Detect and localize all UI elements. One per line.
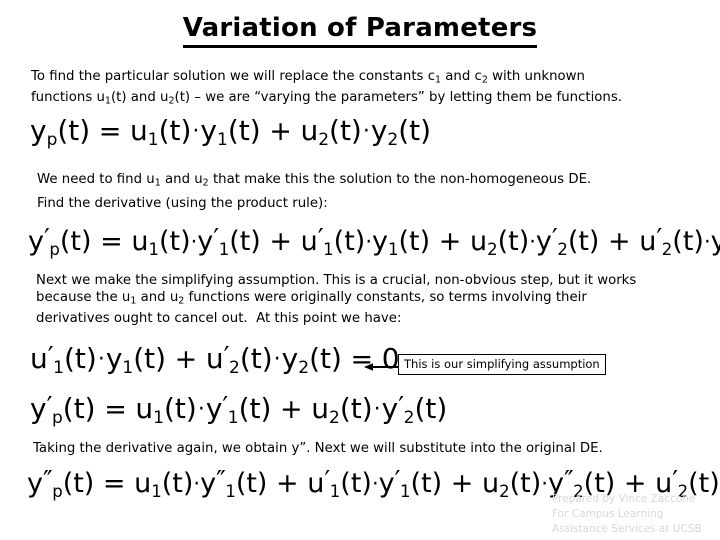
paragraph-derivative-again: Taking the derivative again, we obtain y… xyxy=(33,441,603,456)
watermark-line-2: For Campus Learning xyxy=(552,508,664,520)
watermark-line-3: Assistance Services at UCSB xyxy=(552,523,702,535)
intro-text-f: (t) – we are “varying the parameters” by… xyxy=(174,89,623,105)
callout-text: This is our simplifying assumption xyxy=(404,357,600,371)
equation-first-derivative-simplified: y′p(t) = u1(t)·y′1(t) + u2(t)·y′2(t) xyxy=(30,392,448,429)
paragraph-simplifying-assumption: Next we make the simplifying assumption.… xyxy=(36,272,696,327)
equation-particular-solution: yp(t) = u1(t)·y1(t) + u2(t)·y2(t) xyxy=(30,114,432,151)
need-text-b: and u xyxy=(160,172,203,187)
assume-text-a: Next we make the simplifying assumption.… xyxy=(36,273,637,288)
assume-text-e: derivatives ought to cancel out. At this… xyxy=(36,310,402,326)
intro-text-d: functions u xyxy=(31,89,105,105)
slide-canvas: Variation of Parameters To find the part… xyxy=(0,0,720,540)
assume-text-d: functions were originally constants, so … xyxy=(184,290,587,305)
equation-first-derivative: y′p(t) = u1(t)·y′1(t) + u′1(t)·y1(t) + u… xyxy=(28,224,720,260)
callout-simplifying-assumption: This is our simplifying assumption xyxy=(398,354,606,375)
need-text-c: that make this the solution to the non-h… xyxy=(208,172,592,187)
page-title: Variation of Parameters xyxy=(0,14,720,48)
intro-text-b: and c xyxy=(441,69,482,84)
watermark-line-1: Prepared by Vince Zaccone xyxy=(552,493,696,505)
assume-text-b: because the u xyxy=(36,290,131,305)
watermark-credit: Prepared by Vince Zaccone For Campus Lear… xyxy=(552,492,714,537)
intro-text-e: (t) and u xyxy=(110,89,169,105)
equation-simplifying-assumption: u′1(t)·y1(t) + u′2(t)·y2(t) = 0 xyxy=(30,342,400,379)
paragraph-find-derivative: Find the derivative (using the product r… xyxy=(37,196,328,211)
page-title-text: Variation of Parameters xyxy=(182,14,538,48)
need-text-a: We need to find u xyxy=(37,172,155,187)
paragraph-intro: To find the particular solution we will … xyxy=(31,68,681,109)
paragraph-need-to-find: We need to find u1 and u2 that make this… xyxy=(37,171,687,192)
intro-text-c: with unknown xyxy=(487,69,585,84)
assume-text-c: and u xyxy=(136,290,179,305)
intro-text-a: To find the particular solution we will … xyxy=(31,69,436,84)
